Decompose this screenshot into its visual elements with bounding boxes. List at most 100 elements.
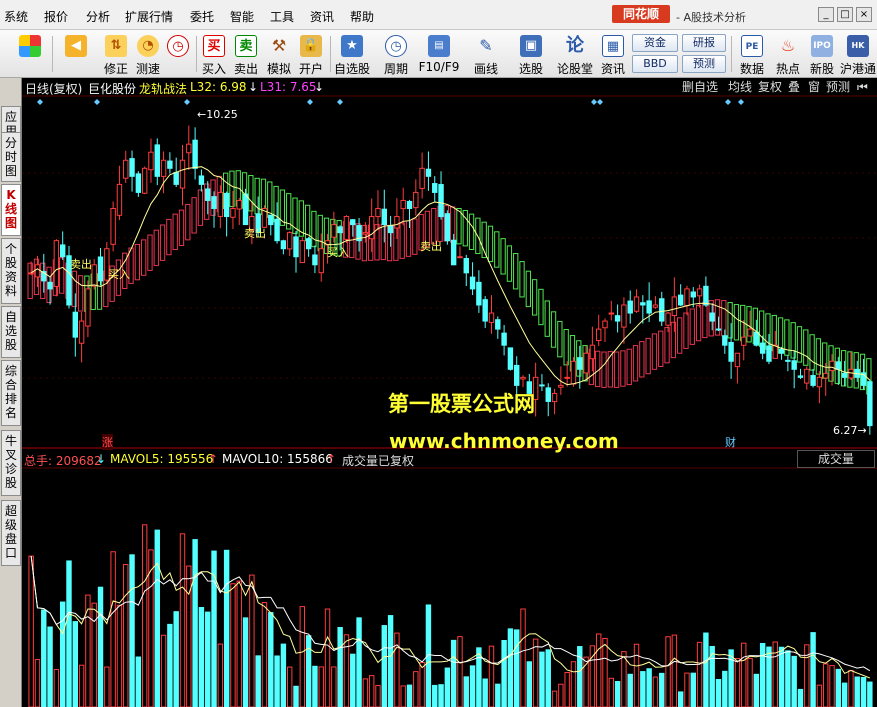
band-segment xyxy=(380,223,386,261)
predict-button[interactable]: 预测 xyxy=(826,79,850,95)
candle-body xyxy=(28,272,34,275)
candle-body xyxy=(621,304,627,328)
tab-intraday[interactable]: 分时图 xyxy=(1,132,21,182)
back-button[interactable]: ◀ xyxy=(60,33,92,75)
volume-total: 总手: 209682 xyxy=(24,454,102,468)
tab-stock-info[interactable]: 个股资料 xyxy=(1,238,21,304)
volume-bar xyxy=(41,609,47,707)
volume-bar xyxy=(192,539,198,707)
band-segment xyxy=(809,334,815,371)
band-segment xyxy=(639,341,645,378)
candle-body xyxy=(123,159,129,179)
collapse-icon[interactable]: ⏮ xyxy=(857,79,868,95)
menu-tools[interactable]: 工具 xyxy=(270,8,294,25)
tab-watchlist[interactable]: 自选股 xyxy=(1,306,21,358)
volume-bar xyxy=(255,655,261,707)
close-button[interactable]: × xyxy=(856,7,872,22)
minimize-button[interactable]: _ xyxy=(818,7,834,22)
candle-body xyxy=(640,302,646,306)
band-segment xyxy=(613,351,620,388)
volume-bar xyxy=(602,637,608,707)
fund-button[interactable]: 资金 xyxy=(632,34,678,52)
volume-bar xyxy=(312,665,318,707)
remove-watchlist-button[interactable]: 删自选 xyxy=(682,79,718,95)
candle-body xyxy=(570,360,577,385)
forecast-button[interactable]: 预测 xyxy=(682,55,726,73)
volume-panel-button[interactable]: 成交量 xyxy=(797,450,875,468)
volume-bar xyxy=(362,678,369,707)
volume-bar xyxy=(116,604,123,707)
candle-body xyxy=(772,344,778,359)
kline-chart-area[interactable]: 日线(复权) 巨化股份 龙轨战法 L32: 6.98 ↓ L31: 7.65 ↓… xyxy=(22,78,877,707)
menu-help[interactable]: 帮助 xyxy=(350,8,374,25)
candle-body xyxy=(129,158,135,177)
volume-bar xyxy=(387,615,394,707)
volume-bar xyxy=(47,626,53,707)
f10-button[interactable]: ▤ F10/F9 xyxy=(419,33,459,75)
band-segment xyxy=(815,338,822,375)
news-button[interactable]: ▦ 资讯 xyxy=(597,33,629,76)
candle-body xyxy=(286,232,293,250)
maximize-button[interactable]: □ xyxy=(837,7,853,22)
candle-body xyxy=(722,335,728,346)
sse-hkex-button[interactable]: HK 沪港通 xyxy=(840,33,876,76)
candle-body xyxy=(205,188,211,201)
volume-bar xyxy=(198,606,205,707)
adjust-button[interactable]: 复权 xyxy=(758,79,782,95)
tab-diagnosis[interactable]: 牛叉诊股 xyxy=(1,430,21,496)
period-button[interactable]: ◷ 周期 xyxy=(380,33,412,76)
watchlist-button[interactable]: ★ 自选股 xyxy=(334,33,370,76)
volume-bar xyxy=(627,673,633,707)
band-segment xyxy=(651,333,658,370)
tab-super-panel[interactable]: 超级盘口 xyxy=(1,500,21,566)
candle-body xyxy=(741,336,747,346)
sell-signal-label: 卖出 xyxy=(420,240,442,253)
volume-bar xyxy=(104,666,110,707)
cai-marker[interactable]: 财 xyxy=(725,434,736,450)
volume-bar xyxy=(696,641,703,707)
volume-bar xyxy=(577,646,583,707)
window-button[interactable]: 窗 xyxy=(808,79,820,95)
band-segment xyxy=(487,225,494,263)
volume-bar xyxy=(78,664,85,707)
band-segment xyxy=(500,238,506,275)
stock-screen-button[interactable]: ▣ 选股 xyxy=(515,33,547,76)
menu-news[interactable]: 资讯 xyxy=(310,8,334,25)
band-segment xyxy=(626,348,632,386)
volume-bar xyxy=(324,608,331,707)
news-icon: ▦ xyxy=(602,35,624,57)
candle-body xyxy=(450,239,457,266)
candle-body xyxy=(432,183,438,193)
menu-quotes[interactable]: 报价 xyxy=(44,8,68,25)
bbd-button[interactable]: BBD xyxy=(632,55,678,73)
tab-ranking[interactable]: 综合排名 xyxy=(1,360,21,426)
candle-body xyxy=(160,159,167,177)
research-button[interactable]: 研报 xyxy=(682,34,726,52)
speed-test-button[interactable]: ◔ 测速 xyxy=(132,33,164,76)
volume-bar xyxy=(463,676,469,707)
volume-bar xyxy=(135,656,142,707)
band-segment xyxy=(393,224,399,261)
overlay-button[interactable]: 叠 xyxy=(788,79,800,95)
menu-smart[interactable]: 智能 xyxy=(230,8,254,25)
band-segment xyxy=(185,203,191,241)
volume-bar xyxy=(179,533,186,707)
menu-trade[interactable]: 委托 xyxy=(190,8,214,25)
grid-button[interactable] xyxy=(14,33,46,75)
volume-bar xyxy=(293,685,299,707)
volume-bar xyxy=(337,627,343,707)
draw-line-button[interactable]: ✎ 画线 xyxy=(470,33,502,76)
volume-bar xyxy=(633,643,640,707)
candle-body xyxy=(835,361,842,370)
zhang-marker[interactable]: 涨 xyxy=(102,434,113,450)
open-account-button[interactable]: 🔒 开户 xyxy=(295,33,327,76)
discussion-button[interactable]: 论 论股堂 xyxy=(557,33,593,76)
tab-kline[interactable]: K线图 xyxy=(1,184,21,236)
volume-bar xyxy=(236,580,242,707)
menu-extended-quotes[interactable]: 扩展行情 xyxy=(125,8,173,25)
menu-analysis[interactable]: 分析 xyxy=(86,8,110,25)
candle-body xyxy=(867,381,873,427)
candle-body xyxy=(413,191,419,209)
ma-button[interactable]: 均线 xyxy=(728,79,752,95)
menu-system[interactable]: 系统 xyxy=(4,8,28,25)
